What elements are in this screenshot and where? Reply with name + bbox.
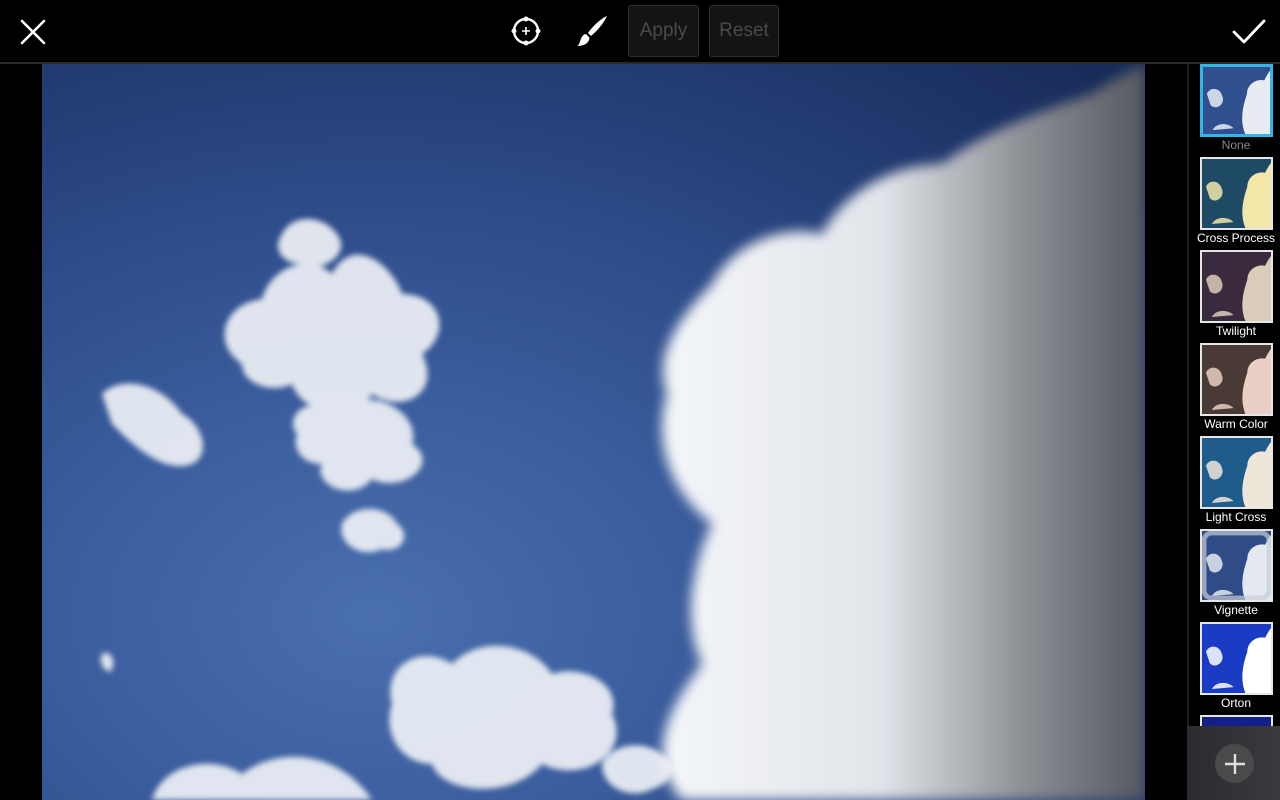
filter-thumbnail <box>1199 622 1273 695</box>
confirm-button[interactable] <box>1226 12 1272 52</box>
brush-icon <box>577 16 607 46</box>
filter-item-vignette[interactable]: Vignette <box>1192 529 1280 622</box>
filter-thumbnail <box>1199 250 1273 323</box>
filter-item-orton[interactable]: Orton <box>1192 622 1280 715</box>
filter-item-none[interactable]: None <box>1192 64 1280 157</box>
filter-item-warm-color[interactable]: Warm Color <box>1192 343 1280 436</box>
editor-canvas <box>0 64 1187 800</box>
brush-tool-button[interactable] <box>572 11 612 51</box>
apply-button[interactable]: Apply <box>628 5 699 57</box>
big-cloud <box>662 64 1145 800</box>
filter-item-light-cross[interactable]: Light Cross <box>1192 436 1280 529</box>
add-filter-area <box>1187 726 1280 800</box>
checkmark-icon <box>1232 19 1266 44</box>
add-filter-button[interactable] <box>1215 744 1254 783</box>
close-button[interactable] <box>14 12 52 52</box>
filter-thumbnail <box>1199 715 1273 726</box>
filter-label: None <box>1221 138 1251 152</box>
plus-icon <box>1224 753 1245 774</box>
filter-thumbnail <box>1199 343 1273 416</box>
filter-item-partial[interactable] <box>1192 715 1280 726</box>
small-clouds <box>100 219 673 800</box>
filter-thumbnail <box>1199 157 1273 230</box>
crosshair-target-icon <box>511 16 541 46</box>
filter-label: Orton <box>1220 696 1251 710</box>
filter-label: Warm Color <box>1204 417 1268 431</box>
photo-image <box>100 64 1145 800</box>
filter-label: Cross Process <box>1196 231 1276 245</box>
filter-thumbnail <box>1199 436 1273 509</box>
close-icon <box>20 19 46 45</box>
filter-label: Vignette <box>1214 603 1258 617</box>
filter-item-cross-process[interactable]: Cross Process <box>1192 157 1280 250</box>
filter-thumbnail <box>1199 64 1273 137</box>
filter-list[interactable]: None Cross Process Twilight Warm Color L… <box>1187 64 1280 726</box>
filter-thumbnail <box>1199 529 1273 602</box>
reset-button[interactable]: Reset <box>709 5 779 57</box>
filter-label: Twilight <box>1215 324 1256 338</box>
target-tool-button[interactable] <box>506 11 546 51</box>
top-toolbar: Apply Reset <box>0 0 1280 64</box>
photo-preview[interactable] <box>42 64 1145 800</box>
filter-item-twilight[interactable]: Twilight <box>1192 250 1280 343</box>
filter-label: Light Cross <box>1205 510 1267 524</box>
